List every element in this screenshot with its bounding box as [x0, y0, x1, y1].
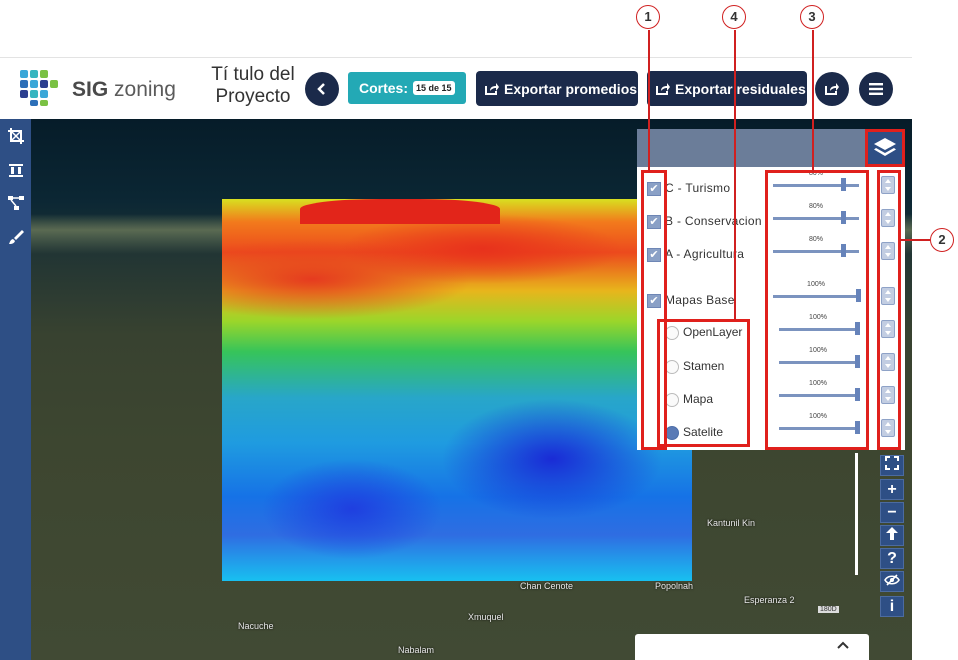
- annotation-box-basemaps: [657, 319, 750, 447]
- page-margin: [912, 0, 958, 660]
- callout-line: [900, 239, 930, 241]
- layers-toggle-button[interactable]: [865, 129, 905, 167]
- cortes-button[interactable]: Cortes: 15 de 15: [348, 72, 466, 104]
- annotation-box-sliders: [765, 170, 869, 450]
- project-title[interactable]: Tí tulo del Proyecto: [203, 64, 303, 108]
- brand-name: SIG zoning: [72, 78, 176, 101]
- info-button[interactable]: i: [880, 596, 904, 617]
- callout-line: [734, 30, 736, 320]
- chevron-left-icon: [317, 83, 325, 95]
- chevron-up-icon[interactable]: [836, 640, 850, 650]
- place-label: Popolnah: [655, 581, 694, 591]
- layer-label: A - Agricultura: [665, 247, 745, 261]
- zoom-in-button[interactable]: +: [880, 479, 904, 500]
- road-label: 180D: [818, 606, 839, 613]
- crop-select-icon[interactable]: [7, 127, 25, 145]
- cortes-label: Cortes:: [359, 80, 409, 96]
- app-header: SIG zoning Tí tulo del Proyecto Cortes: …: [0, 57, 912, 119]
- layers-stack-icon[interactable]: [7, 161, 25, 179]
- zoom-out-button[interactable]: −: [880, 502, 904, 523]
- network-icon[interactable]: [7, 194, 25, 212]
- place-label: Xmuquel: [468, 612, 504, 622]
- export-icon: [656, 82, 670, 95]
- callout-marker: 1: [636, 5, 660, 29]
- visibility-toggle-button[interactable]: [880, 571, 904, 592]
- callout-marker: 2: [930, 228, 954, 252]
- place-label: Kantunil Kin: [707, 518, 756, 528]
- export-residuals-label: Exportar residuales: [675, 80, 806, 97]
- fullscreen-icon: [885, 456, 899, 470]
- place-label: Nabalam: [398, 645, 435, 655]
- cortes-count-badge: 15 de 15: [413, 81, 455, 95]
- help-button[interactable]: ?: [880, 548, 904, 569]
- menu-button[interactable]: [859, 72, 893, 106]
- export-averages-label: Exportar promedios: [504, 80, 638, 97]
- eye-slash-icon: [884, 574, 900, 586]
- arrow-up-icon: [886, 527, 898, 540]
- place-label: Chan Cenote: [520, 581, 574, 591]
- scale-bar: [855, 453, 858, 575]
- layers-panel-header: [637, 129, 865, 167]
- brush-icon[interactable]: [7, 228, 25, 246]
- layer-label: C - Turismo: [665, 181, 731, 195]
- left-toolbar: [0, 119, 31, 660]
- callout-line: [812, 30, 814, 172]
- share-button[interactable]: [815, 72, 849, 106]
- place-label: Nacuche: [238, 621, 274, 631]
- heatmap-red-peak: [300, 199, 500, 224]
- export-residuals-button[interactable]: Exportar residuales: [647, 71, 807, 106]
- layer-label: Mapas Base: [665, 293, 735, 307]
- north-arrow-button[interactable]: [880, 525, 904, 546]
- export-averages-button[interactable]: Exportar promedios: [476, 71, 638, 106]
- annotation-box-order: [877, 170, 901, 450]
- callout-marker: 4: [722, 5, 746, 29]
- hamburger-icon: [869, 83, 883, 95]
- export-icon: [485, 82, 499, 95]
- share-icon: [825, 83, 839, 95]
- back-button[interactable]: [305, 72, 339, 106]
- layer-label: B - Conservacion: [665, 214, 762, 228]
- fullscreen-button[interactable]: [880, 455, 904, 476]
- place-label: Esperanza 2: [744, 595, 795, 605]
- bottom-collapsible-panel[interactable]: [635, 634, 869, 660]
- zoning-heatmap-layer: [222, 199, 692, 581]
- callout-line: [648, 30, 650, 172]
- sigzoning-logo: [20, 70, 58, 106]
- layers-icon: [874, 138, 896, 156]
- callout-marker: 3: [800, 5, 824, 29]
